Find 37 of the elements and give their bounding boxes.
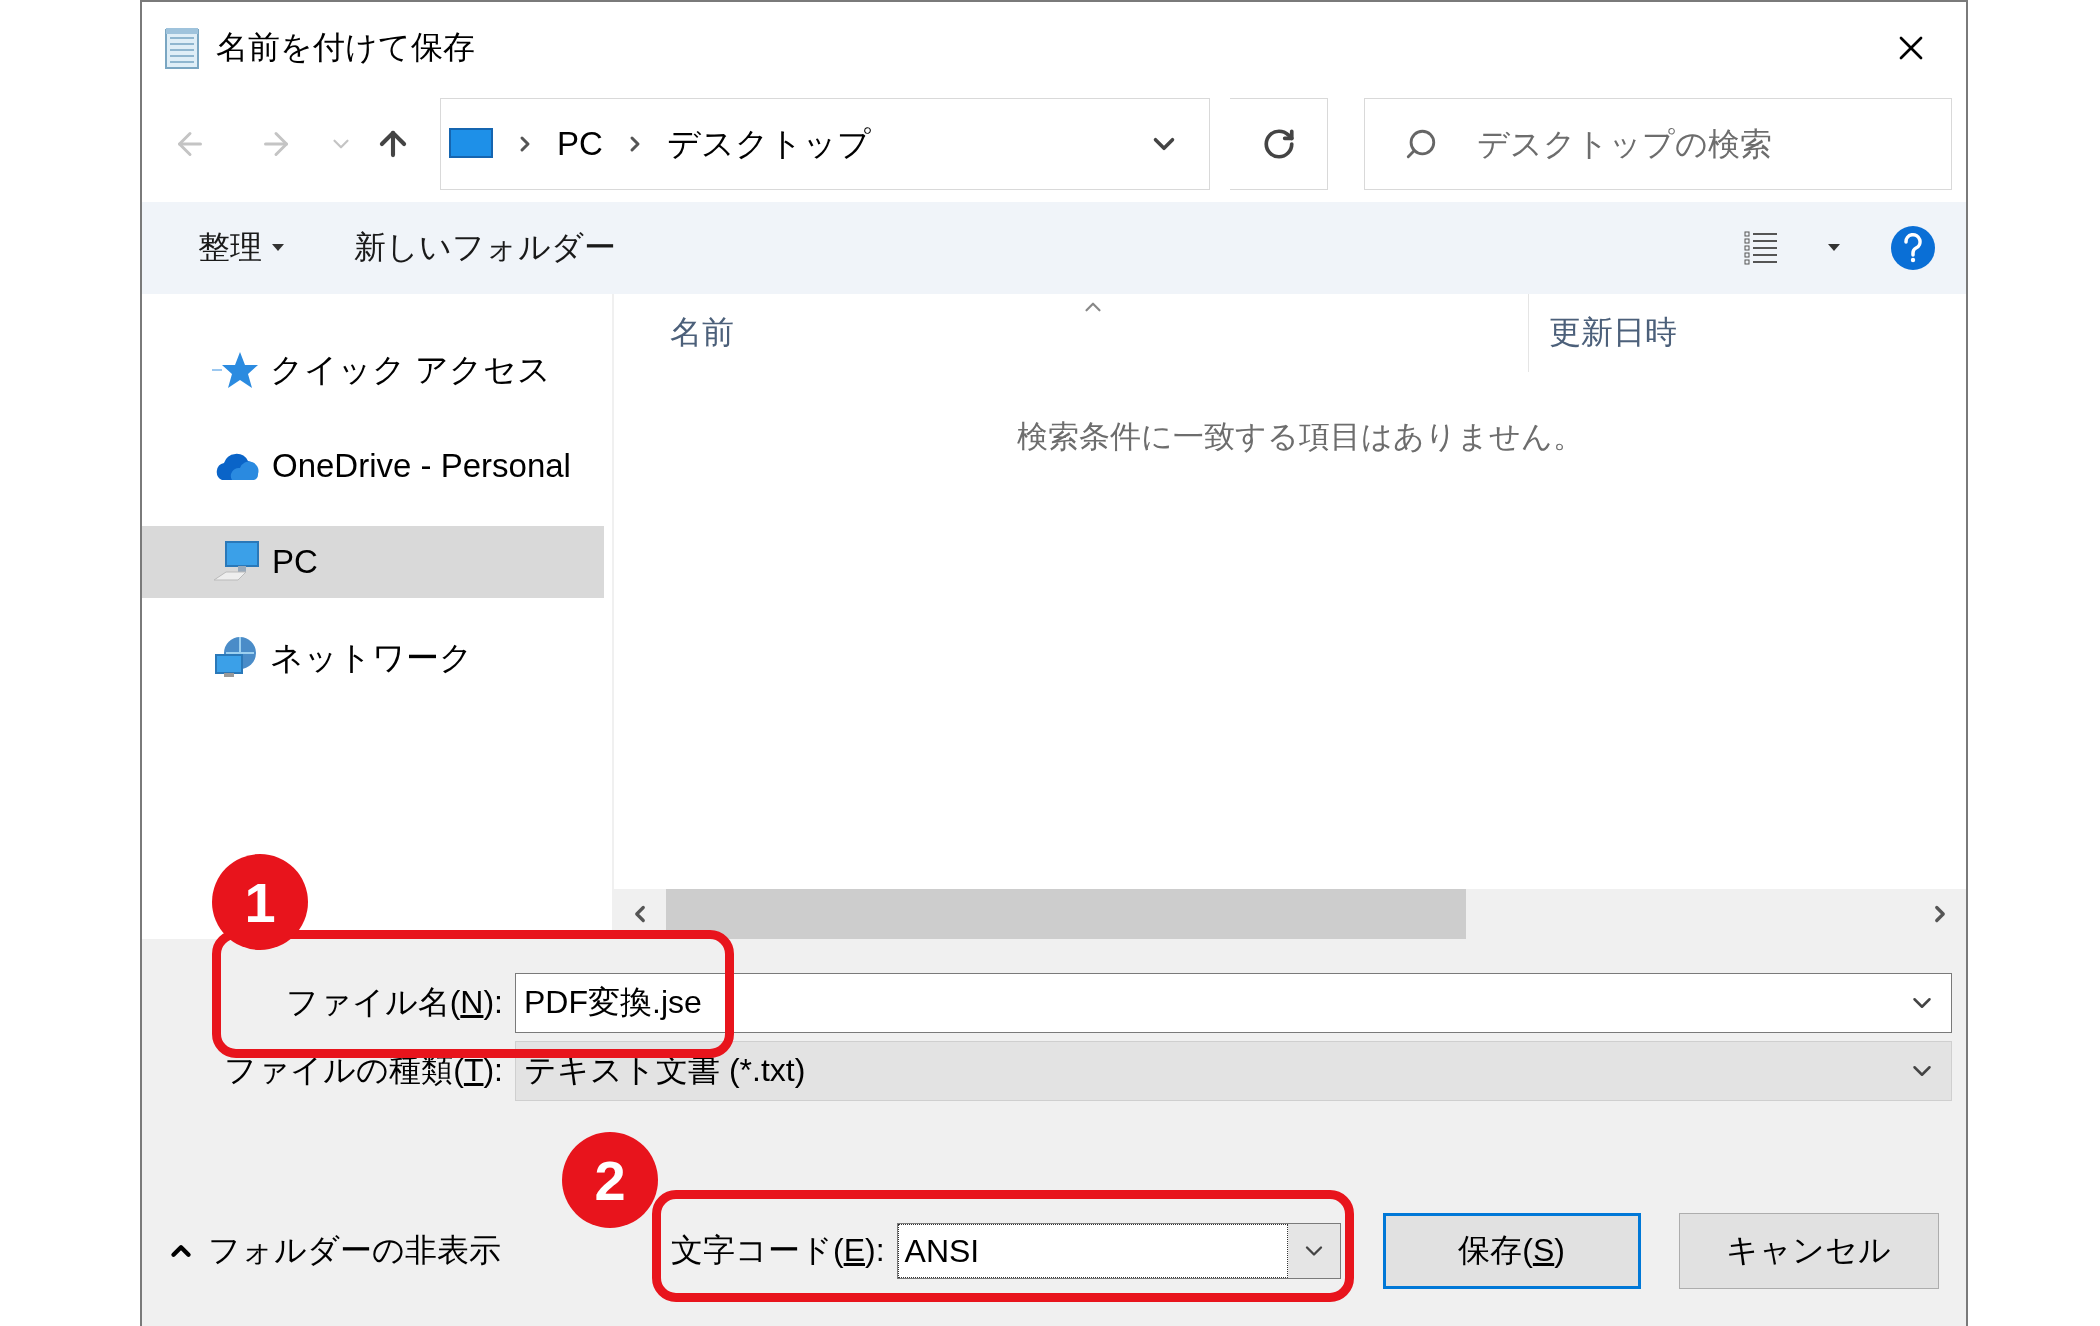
refresh-button[interactable] (1230, 98, 1328, 190)
address-bar[interactable]: PC デスクトップ (440, 98, 1210, 190)
cancel-button[interactable]: キャンセル (1678, 1213, 1939, 1289)
breadcrumb-item[interactable]: デスクトップ (666, 121, 871, 167)
new-folder-button[interactable]: 新しいフォルダー (354, 226, 616, 270)
view-button[interactable] (1744, 231, 1840, 265)
breadcrumb-item[interactable]: PC (557, 125, 603, 163)
hide-folders-button[interactable]: フォルダーの非表示 (166, 1229, 671, 1273)
caret-icon (1828, 244, 1840, 252)
help-button[interactable] (1890, 225, 1936, 271)
caret-icon (272, 244, 284, 252)
sidebar-item[interactable]: PC (142, 526, 604, 598)
refresh-icon (1261, 127, 1296, 161)
sidebar-item[interactable]: クイック アクセス (142, 334, 604, 406)
column-header[interactable]: 名前 (614, 294, 1529, 372)
sidebar-item[interactable]: ネットワーク (142, 622, 604, 694)
help-icon (1890, 225, 1936, 271)
computer-icon (212, 540, 260, 584)
search-field[interactable]: デスクトップの検索 (1364, 98, 1952, 190)
encoding-dropdown[interactable]: ANSI (896, 1223, 1341, 1279)
file-name-label: ファイル名(N): (284, 983, 504, 1022)
step-badge: 1 (212, 854, 308, 950)
details-view-icon (1744, 231, 1778, 265)
encoding-label: 文字コード(E): (671, 1231, 886, 1270)
window-title: 名前を付けて保存 (216, 28, 476, 67)
column-header[interactable]: 更新日時 (1529, 294, 1966, 372)
horizontal-scrollbar[interactable] (614, 889, 1966, 939)
star-icon (212, 350, 258, 390)
empty-message: 検索条件に一致する項目はありません。 (1016, 419, 1584, 454)
organize-menu[interactable]: 整理 (198, 226, 284, 270)
file-name-field[interactable]: PDF変換.jse (515, 973, 1952, 1033)
file-type-dropdown[interactable]: テキスト文書 (*.txt) (515, 1041, 1952, 1101)
sidebar-item[interactable]: OneDrive - Personal (142, 430, 604, 502)
monitor-icon (449, 128, 493, 160)
notepad-icon (162, 26, 202, 70)
save-button[interactable]: 保存(S) (1382, 1213, 1641, 1289)
search-icon (1404, 127, 1438, 161)
